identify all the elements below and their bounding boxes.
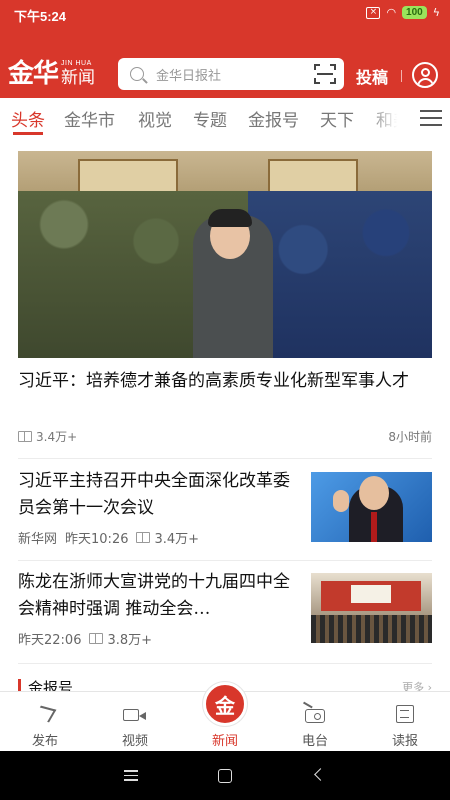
app-screen: 下午5:24 × ◠ 100 ϟ 金华 JIN HUA 新闻 金华日报社 投稿 … [0,0,450,800]
submit-button[interactable]: 投稿 [356,64,388,88]
nav-label: 发布 [31,734,58,749]
read-count-icon [89,633,104,644]
search-icon [130,67,144,81]
top-bar: 下午5:24 × ◠ 100 ϟ 金华 JIN HUA 新闻 金华日报社 投稿 [0,0,450,98]
video-icon [123,709,139,721]
tabs-fade [368,98,410,138]
tab-headlines[interactable]: 头条 [11,106,45,131]
news-title[interactable]: 习近平主持召开中央全面深化改革委员会第十一次会议 [18,468,296,522]
divider [18,560,432,561]
nav-label: 电台 [301,734,328,749]
divider [18,663,432,664]
active-tab-indicator [13,132,43,135]
home-icon[interactable] [218,769,232,783]
news-views: 3.8万+ [107,633,153,648]
featured-time: 8小时前 [388,430,432,444]
news-source: 新华网 [18,532,58,547]
featured-meta: 3.4万+ 8小时前 [18,428,432,444]
recents-icon[interactable] [124,770,138,781]
app-logo: 金华 JIN HUA 新闻 [8,60,95,88]
logo-en: JIN HUA [61,60,92,67]
featured-title[interactable]: 习近平：培养德才兼备的高素质专业化新型军事人才 [18,368,432,395]
featured-views: 3.4万+ [36,430,78,444]
news-thumbnail[interactable] [311,472,432,542]
search-bar[interactable]: 金华日报社 [118,58,344,90]
channel-tabs: 头条 金华市 视觉 专题 金报号 天下 和美 [0,98,450,138]
nav-publish[interactable]: 发布 [0,692,90,752]
logo-cn: 新闻 [61,68,96,88]
featured-image[interactable] [18,151,432,358]
sim-icon: × [366,6,381,19]
tab-topics[interactable]: 专题 [193,106,227,131]
system-navigation-bar [0,751,450,800]
news-title[interactable]: 陈龙在浙师大宣讲党的十九届四中全会精神时强调 推动全会… [18,569,296,623]
status-time: 下午5:24 [14,9,67,24]
radio-icon [305,709,325,723]
jinhua-logo-icon[interactable]: 金 [203,682,247,726]
tab-world[interactable]: 天下 [320,106,354,131]
send-icon [33,705,57,723]
back-icon[interactable] [314,768,327,781]
header-divider [401,70,402,82]
user-icon[interactable] [412,62,438,88]
nav-radio[interactable]: 电台 [270,692,360,752]
nav-label: 新闻 [211,734,238,749]
logo-main: 金华 [8,59,59,89]
news-thumbnail[interactable] [311,573,432,643]
read-count-icon [18,431,32,442]
status-icons: × ◠ 100 ϟ [366,6,440,19]
charging-icon: ϟ [432,6,440,19]
news-views: 3.4万+ [154,532,200,547]
battery-icon: 100 [402,6,427,19]
nav-label: 视频 [121,734,148,749]
scan-icon[interactable] [314,64,336,84]
nav-read-paper[interactable]: 读报 [360,692,450,752]
status-bar: 下午5:24 × ◠ 100 ϟ [0,0,450,30]
news-meta: 昨天22:06 3.8万+ [18,629,152,648]
divider [18,458,432,459]
news-time: 昨天22:06 [18,633,82,648]
wifi-icon: ◠ [386,6,397,19]
news-meta: 新华网 昨天10:26 3.4万+ [18,528,199,547]
news-time: 昨天10:26 [65,532,129,547]
search-placeholder: 金华日报社 [156,68,222,84]
tab-jinhua-city[interactable]: 金华市 [64,106,115,131]
nav-label: 读报 [391,734,418,749]
menu-icon[interactable] [420,108,442,128]
newspaper-icon [396,705,414,723]
tab-jinbao-hao[interactable]: 金报号 [248,106,299,131]
nav-video[interactable]: 视频 [90,692,180,752]
tab-visual[interactable]: 视觉 [138,106,172,131]
read-count-icon [136,532,151,543]
